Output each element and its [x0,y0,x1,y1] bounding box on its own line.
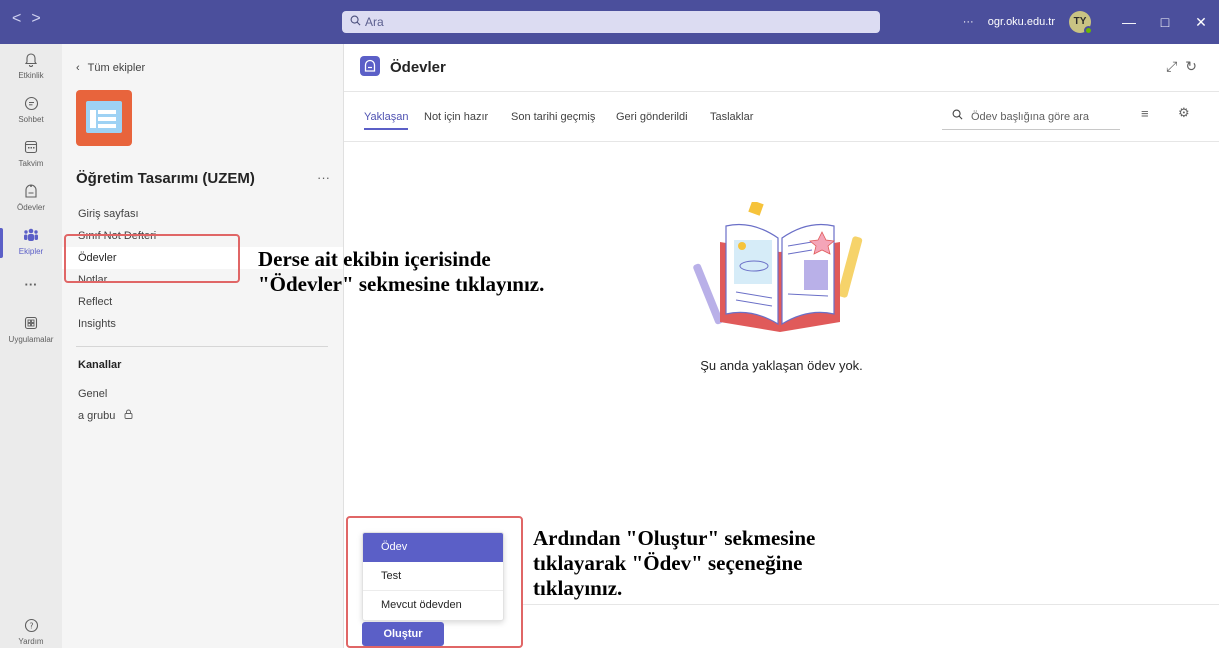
minimize-button[interactable]: — [1111,14,1147,30]
rail-item-help[interactable]: ? Yardım [0,618,62,646]
all-teams-link[interactable]: ‹ Tüm ekipler [76,62,145,74]
annotation-line: "Ödevler" sekmesine tıklayınız. [258,272,545,296]
app-rail: Etkinlik Sohbet Takvim Ödevler Ekipler ·… [0,44,62,648]
channels-heading: Kanallar [78,359,122,371]
gear-icon[interactable]: ⚙ [1178,105,1190,121]
rail-item-label: Uygulamalar [8,335,54,344]
team-sidebar: ‹ Tüm ekipler Öğretim Tasarımı (UZEM) ···… [62,44,344,648]
apps-icon [0,316,62,334]
global-search-input[interactable]: Ara [342,11,880,33]
annotation-note-2: Ardından "Oluştur" sekmesine tıklayarak … [533,526,815,601]
title-right-area: ··· ogr.oku.edu.tr TY — □ ✕ [963,0,1219,44]
all-teams-label: Tüm ekipler [87,62,146,74]
expand-icon[interactable]: ⤢ [1166,58,1185,74]
open-book-illustration [693,202,863,332]
tab-drafts[interactable]: Taslaklar [710,111,753,123]
private-channel-icon [124,409,133,422]
rail-item-teams[interactable]: Ekipler [0,228,62,258]
tab-upcoming[interactable]: Yaklaşan [364,111,409,130]
rail-item-label: Takvim [18,159,44,168]
annotation-line: tıklayarak "Ödev" seçeneğine [533,551,803,575]
team-icon [76,90,132,146]
close-button[interactable]: ✕ [1183,14,1219,31]
search-icon [952,109,963,123]
chevron-left-icon: ‹ [76,62,80,74]
forward-arrow-icon[interactable]: > [31,10,50,27]
filter-icon[interactable]: ≡ [1141,106,1149,121]
presence-icon [1084,26,1093,35]
rail-item-calendar[interactable]: Takvim [0,140,62,168]
more-options-icon[interactable]: ··· [963,16,974,28]
annotation-line: Derse ait ekibin içerisinde [258,247,491,271]
refresh-icon[interactable]: ↻ [1185,58,1205,74]
rail-item-activity[interactable]: Etkinlik [0,52,62,80]
assignments-app-icon [360,56,380,76]
channel-a-group[interactable]: a grubu [62,405,343,427]
app-header: Ödevler ⤢↻ [344,44,1219,92]
header-actions: ⤢↻ [1166,58,1205,75]
assignments-icon [0,184,62,202]
calendar-icon [0,140,62,158]
rail-item-label: Sohbet [18,115,44,124]
divider [76,346,328,347]
search-icon [350,11,361,33]
tab-past-due[interactable]: Son tarihi geçmiş [511,111,595,123]
history-nav: <> [12,10,51,28]
annotation-line: Ardından "Oluştur" sekmesine [533,526,816,550]
divider [522,604,1219,605]
help-icon: ? [0,618,62,636]
rail-item-assignments[interactable]: Ödevler [0,184,62,212]
tab-bar: Yaklaşan Not için hazır Son tarihi geçmi… [344,92,1219,142]
teams-icon [0,228,62,246]
page-title: Ödevler [390,59,446,76]
tab-ready-to-grade[interactable]: Not için hazır [424,111,488,123]
team-name: Öğretim Tasarımı (UZEM) [76,170,255,187]
rail-item-more[interactable]: ··· [0,276,62,294]
rail-item-label: Yardım [18,637,44,646]
svg-text:?: ? [29,622,33,631]
chat-icon [0,96,62,114]
bell-icon [0,52,62,70]
tab-returned[interactable]: Geri gönderildi [616,111,688,123]
highlight-box-assignments-tab [64,234,240,283]
maximize-button[interactable]: □ [1147,14,1183,30]
channel-name: a grubu [78,410,116,422]
empty-state-text: Şu anda yaklaşan ödev yok. [700,358,863,373]
title-bar: <> Ara ··· ogr.oku.edu.tr TY — □ ✕ [0,0,1219,44]
global-search-placeholder: Ara [365,15,384,29]
channel-general[interactable]: Genel [62,383,343,405]
team-more-icon[interactable]: ··· [317,170,330,185]
assignment-search-input[interactable]: Ödev başlığına göre ara [942,104,1120,130]
more-icon: ··· [24,277,38,292]
avatar[interactable]: TY [1069,11,1093,35]
annotation-note-1: Derse ait ekibin içerisinde "Ödevler" se… [258,247,544,297]
sidebar-item-insights[interactable]: Insights [62,313,343,335]
rail-item-chat[interactable]: Sohbet [0,96,62,124]
highlight-box-create-menu [346,516,523,648]
back-arrow-icon[interactable]: < [12,10,31,27]
annotation-line: tıklayınız. [533,576,623,600]
rail-item-label: Ekipler [18,247,44,256]
rail-item-label: Etkinlik [18,71,44,80]
assignment-search-placeholder: Ödev başlığına göre ara [971,111,1090,123]
rail-item-apps[interactable]: Uygulamalar [0,316,62,344]
rail-item-label: Ödevler [16,203,45,212]
avatar-initials: TY [1073,16,1087,27]
sidebar-item-home[interactable]: Giriş sayfası [62,203,343,225]
account-domain: ogr.oku.edu.tr [987,16,1055,28]
